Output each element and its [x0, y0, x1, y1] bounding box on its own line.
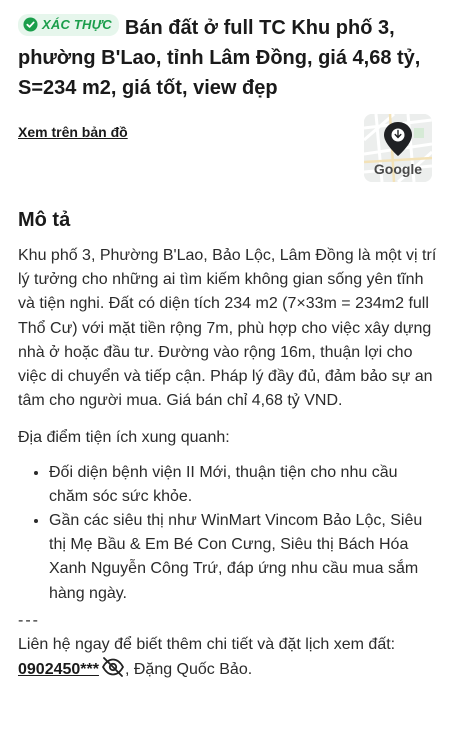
phone-number-link[interactable]: 0902450***	[18, 661, 99, 678]
view-on-map-link[interactable]: Xem trên bản đồ	[18, 124, 128, 140]
google-logo: Google	[374, 161, 422, 177]
amenity-item: Đối diện bệnh viện II Mới, thuận tiện ch…	[49, 461, 438, 509]
eye-off-icon[interactable]	[101, 657, 125, 678]
amenities-list: Đối diện bệnh viện II Mới, thuận tiện ch…	[18, 461, 438, 606]
map-thumbnail-image: Google	[364, 114, 432, 182]
contact-prefix: Liên hệ ngay để biết thêm chi tiết và đặ…	[18, 636, 396, 654]
description-heading: Mô tả	[18, 209, 71, 231]
amenity-item: Gần các siêu thị như WinMart Vincom Bảo …	[49, 509, 438, 606]
contact-line: Liên hệ ngay để biết thêm chi tiết và đặ…	[18, 633, 438, 682]
map-thumbnail[interactable]: Google	[364, 114, 432, 182]
listing-header: XÁC THỰC Bán đất ở full TC Khu phố 3, phư…	[18, 13, 436, 103]
verified-badge: XÁC THỰC	[18, 13, 119, 36]
verified-badge-label: XÁC THỰC	[42, 16, 112, 32]
description-paragraph: Khu phố 3, Phường B'Lao, Bảo Lộc, Lâm Đồ…	[18, 247, 437, 410]
contact-suffix: , Đặng Quốc Bảo.	[124, 661, 253, 679]
separator-text: ---	[18, 611, 40, 629]
verified-check-icon	[23, 17, 38, 32]
amenities-heading: Địa điểm tiện ích xung quanh:	[18, 429, 230, 447]
listing-title: XÁC THỰC Bán đất ở full TC Khu phố 3, phư…	[18, 13, 436, 103]
description-body: Khu phố 3, Phường B'Lao, Bảo Lộc, Lâm Đồ…	[18, 244, 438, 682]
